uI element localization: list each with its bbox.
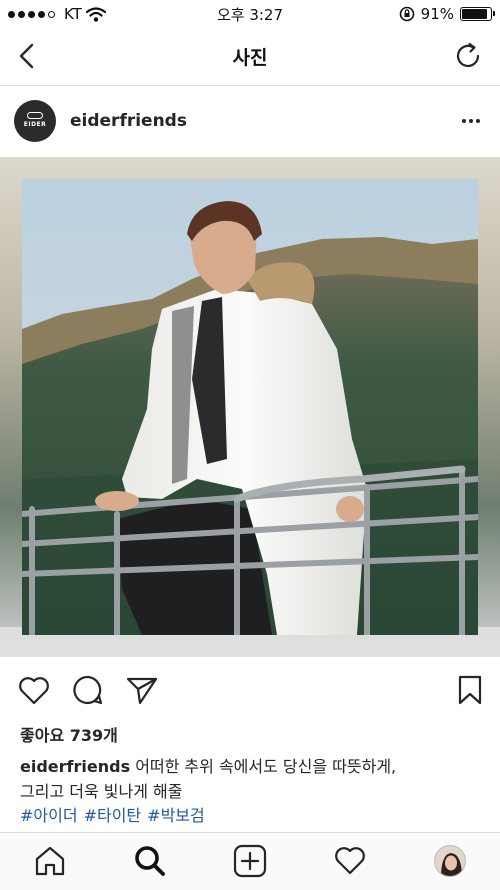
save-button[interactable] bbox=[452, 672, 488, 708]
more-icon bbox=[462, 119, 466, 123]
eider-logo-icon bbox=[27, 112, 43, 119]
search-icon bbox=[135, 846, 165, 876]
post-photo[interactable] bbox=[0, 157, 500, 657]
comment-button[interactable] bbox=[70, 672, 106, 708]
caption-username[interactable]: eiderfriends bbox=[20, 757, 130, 776]
post-actions bbox=[0, 668, 500, 712]
post-username[interactable]: eiderfriends bbox=[70, 111, 187, 131]
refresh-button[interactable] bbox=[452, 40, 484, 72]
hashtag-link[interactable]: #박보검 bbox=[147, 802, 205, 826]
battery-level bbox=[462, 9, 488, 19]
share-button[interactable] bbox=[124, 672, 160, 708]
chevron-left-icon bbox=[19, 43, 34, 69]
tab-profile-avatar[interactable] bbox=[434, 845, 466, 877]
heart-icon bbox=[335, 847, 365, 875]
caption-text-line1: 어떠한 추위 속에서도 당신을 따뜻하게, bbox=[135, 757, 397, 776]
orientation-lock-icon bbox=[399, 6, 414, 22]
hashtag-link[interactable]: #타이탄 bbox=[84, 802, 142, 826]
like-button[interactable] bbox=[16, 672, 52, 708]
more-options-button[interactable] bbox=[456, 109, 486, 133]
add-post-icon bbox=[233, 844, 267, 878]
tab-search[interactable] bbox=[132, 843, 168, 879]
bottom-tab-bar bbox=[0, 832, 500, 890]
post-photo-image bbox=[22, 179, 478, 635]
avatar-logo-text: EIDER bbox=[23, 121, 47, 128]
hashtags: #아이더 #타이탄 #박보검 bbox=[20, 802, 205, 826]
home-icon bbox=[35, 846, 65, 876]
heart-icon bbox=[19, 677, 49, 705]
profile-avatar-image bbox=[435, 846, 465, 876]
like-count[interactable]: 좋아요 739개 bbox=[20, 722, 118, 746]
battery-percent: 91% bbox=[420, 5, 454, 23]
post-header: EIDER eiderfriends bbox=[0, 87, 500, 157]
tab-activity[interactable] bbox=[332, 843, 368, 879]
post-caption: eiderfriends 어떠한 추위 속에서도 당신을 따뜻하게, 그리고 더… bbox=[20, 754, 480, 804]
post-author-avatar[interactable]: EIDER bbox=[14, 100, 56, 142]
nav-header: 사진 bbox=[0, 28, 500, 86]
tab-home[interactable] bbox=[32, 843, 68, 879]
status-bar: KT 오후 3:27 91% bbox=[0, 0, 500, 28]
hashtag-link[interactable]: #아이더 bbox=[20, 802, 78, 826]
caption-text-line2: 그리고 더욱 빛나게 해줄 bbox=[20, 782, 183, 801]
send-icon bbox=[126, 677, 158, 705]
page-title: 사진 bbox=[232, 47, 268, 69]
bookmark-icon bbox=[458, 675, 482, 705]
status-right: 91% bbox=[399, 5, 495, 23]
tab-add-post[interactable] bbox=[232, 843, 268, 879]
refresh-icon bbox=[456, 42, 480, 68]
battery-icon bbox=[460, 7, 495, 21]
comment-icon bbox=[73, 675, 103, 705]
back-button[interactable] bbox=[12, 40, 44, 72]
